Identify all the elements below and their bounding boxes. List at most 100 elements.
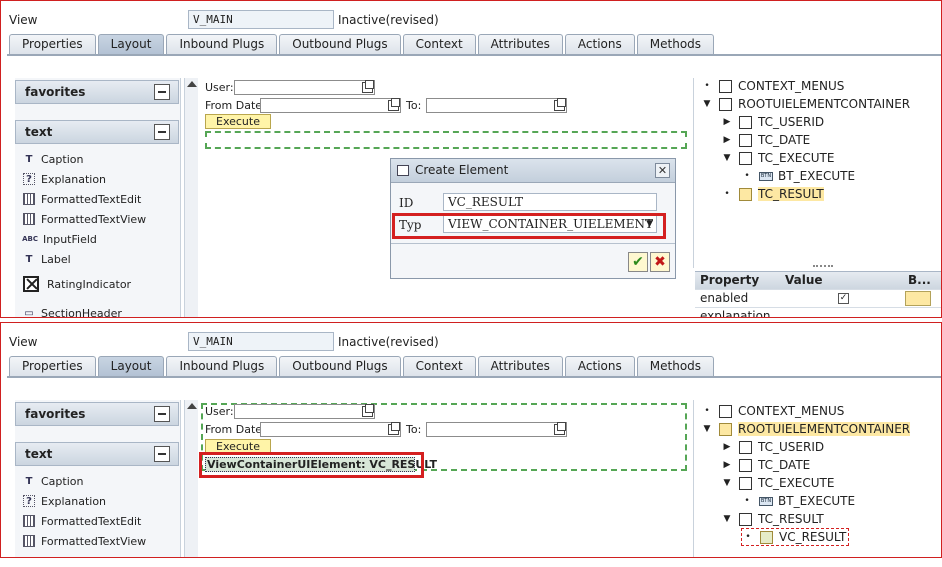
minimize-icon[interactable] [154,84,170,100]
tab-attributes[interactable]: Attributes [477,356,563,376]
scroll-up-icon[interactable] [187,81,197,87]
column-header-value[interactable]: Value [785,273,823,287]
tree-node-tc-execute[interactable]: ▼ TC_EXECUTE [721,149,835,167]
tree-node-label: TC_DATE [758,458,811,472]
tab-context[interactable]: Context [402,356,476,376]
tree-node-tc-date[interactable]: ▶ TC_DATE [721,456,811,474]
value-help-icon[interactable] [362,404,374,417]
top-screenshot-panel: View V_MAIN Inactive(revised) Properties… [0,0,942,318]
palette-item-explanation[interactable]: ? Explanation [23,492,106,510]
palette-group-text[interactable]: text [15,442,179,466]
expand-icon[interactable]: ▼ [701,424,713,434]
from-date-input[interactable] [260,422,401,437]
tab-outbound-plugs[interactable]: Outbound Plugs [279,356,401,376]
tree-node-root-container[interactable]: ▼ ROOTUIELEMENTCONTAINER [701,420,911,438]
expand-icon[interactable]: ▼ [721,153,733,163]
tab-methods[interactable]: Methods [636,356,715,376]
calendar-icon[interactable] [554,422,566,435]
collapse-icon[interactable]: ▶ [721,117,733,127]
id-input[interactable]: VC_RESULT [443,193,657,211]
tree-node-tc-result[interactable]: ▼ TC_RESULT [721,510,824,528]
palette-group-favorites[interactable]: favorites [15,402,179,426]
tab-layout[interactable]: Layout [97,356,165,376]
to-date-input[interactable] [426,422,567,437]
tree-node-tc-userid[interactable]: ▶ TC_USERID [721,113,825,131]
palette-group-favorites[interactable]: favorites [15,80,179,104]
tree-node-tc-execute[interactable]: ▼ TC_EXECUTE [721,474,835,492]
palette-item-label[interactable]: T Label [23,250,71,268]
tree-node-root-container[interactable]: ▼ ROOTUIELEMENTCONTAINER [701,95,911,113]
user-input[interactable] [234,404,375,419]
tab-properties[interactable]: Properties [9,356,96,376]
palette-item-formatted-text-edit[interactable]: FormattedTextEdit [23,190,141,208]
tree-node-context-menus[interactable]: • CONTEXT_MENUS [701,402,844,420]
tab-attributes[interactable]: Attributes [477,34,563,54]
tab-inbound-plugs[interactable]: Inbound Plugs [166,356,278,376]
calendar-icon[interactable] [554,98,566,111]
minimize-icon[interactable] [154,446,170,462]
tree-node-vc-result[interactable]: • VC_RESULT [741,528,850,546]
user-input[interactable] [234,80,375,95]
property-name: enabled [700,291,749,305]
minimize-icon[interactable] [154,124,170,140]
value-help-icon[interactable] [362,80,374,93]
palette-item-formatted-text-view[interactable]: FormattedTextView [23,532,146,550]
column-header-property[interactable]: Property [700,273,759,287]
drop-target-container[interactable] [205,131,687,149]
properties-header: Property Value B... [695,271,941,289]
collapse-icon[interactable]: ▶ [721,460,733,470]
execute-button[interactable]: Execute [205,114,271,129]
view-status: Inactive(revised) [338,13,439,27]
user-label: User: [205,81,234,94]
tab-actions[interactable]: Actions [564,34,635,54]
cancel-button[interactable]: ✖ [650,252,670,272]
tab-properties[interactable]: Properties [9,34,96,54]
scroll-up-icon[interactable] [187,403,197,409]
palette-item-caption[interactable]: T Caption [23,150,84,168]
tree-node-tc-userid[interactable]: ▶ TC_USERID [721,438,825,456]
palette-item-section-header[interactable]: ▭ SectionHeader [23,304,122,318]
tab-inbound-plugs[interactable]: Inbound Plugs [166,34,278,54]
palette-item-formatted-text-edit[interactable]: FormattedTextEdit [23,512,141,530]
tree-node-tc-result[interactable]: • TC_RESULT [721,185,824,203]
palette-scrollbar[interactable] [184,400,198,557]
palette-item-label: RatingIndicator [47,277,132,291]
palette-scrollbar[interactable] [184,78,198,317]
collapse-icon[interactable]: ▶ [721,442,733,452]
calendar-icon[interactable] [388,422,400,435]
tab-layout[interactable]: Layout [97,34,165,54]
tree-node-bt-execute[interactable]: • BTN BT_EXECUTE [741,492,855,510]
tab-actions[interactable]: Actions [564,356,635,376]
tab-outbound-plugs[interactable]: Outbound Plugs [279,34,401,54]
to-date-input[interactable] [426,98,567,113]
expand-icon[interactable]: ▼ [721,514,733,524]
palette-item-input-field[interactable]: ABC InputField [22,230,97,248]
from-date-input[interactable] [260,98,401,113]
property-row-explanation[interactable]: explanation [695,307,941,317]
collapse-icon[interactable]: ▶ [721,135,733,145]
close-icon[interactable]: ✕ [655,163,670,178]
palette-item-label: Label [41,252,71,266]
minimize-icon[interactable] [154,406,170,422]
calendar-icon[interactable] [388,98,400,111]
tab-methods[interactable]: Methods [636,34,715,54]
expand-icon[interactable]: ▼ [701,99,713,109]
tree-node-bt-execute[interactable]: • BTN BT_EXECUTE [741,167,855,185]
palette-group-text[interactable]: text [15,120,179,144]
confirm-button[interactable]: ✔ [628,252,648,272]
splitter-handle[interactable] [813,265,833,267]
property-row-enabled[interactable]: enabled ✓ [695,289,941,307]
enabled-checkbox[interactable]: ✓ [838,293,849,304]
tree-node-tc-date[interactable]: ▶ TC_DATE [721,131,811,149]
container-icon [719,79,732,93]
palette-item-explanation[interactable]: ? Explanation [23,170,106,188]
column-header-binding[interactable]: B... [908,273,931,287]
palette-item-formatted-text-view[interactable]: FormattedTextView [23,210,146,228]
palette-item-rating-indicator[interactable]: RatingIndicator [23,275,131,293]
expand-icon[interactable]: ▼ [721,478,733,488]
tree-node-context-menus[interactable]: • CONTEXT_MENUS [701,77,844,95]
palette-item-caption[interactable]: T Caption [23,472,84,490]
to-label: To: [406,99,422,112]
binding-button[interactable] [905,291,931,306]
tab-context[interactable]: Context [402,34,476,54]
